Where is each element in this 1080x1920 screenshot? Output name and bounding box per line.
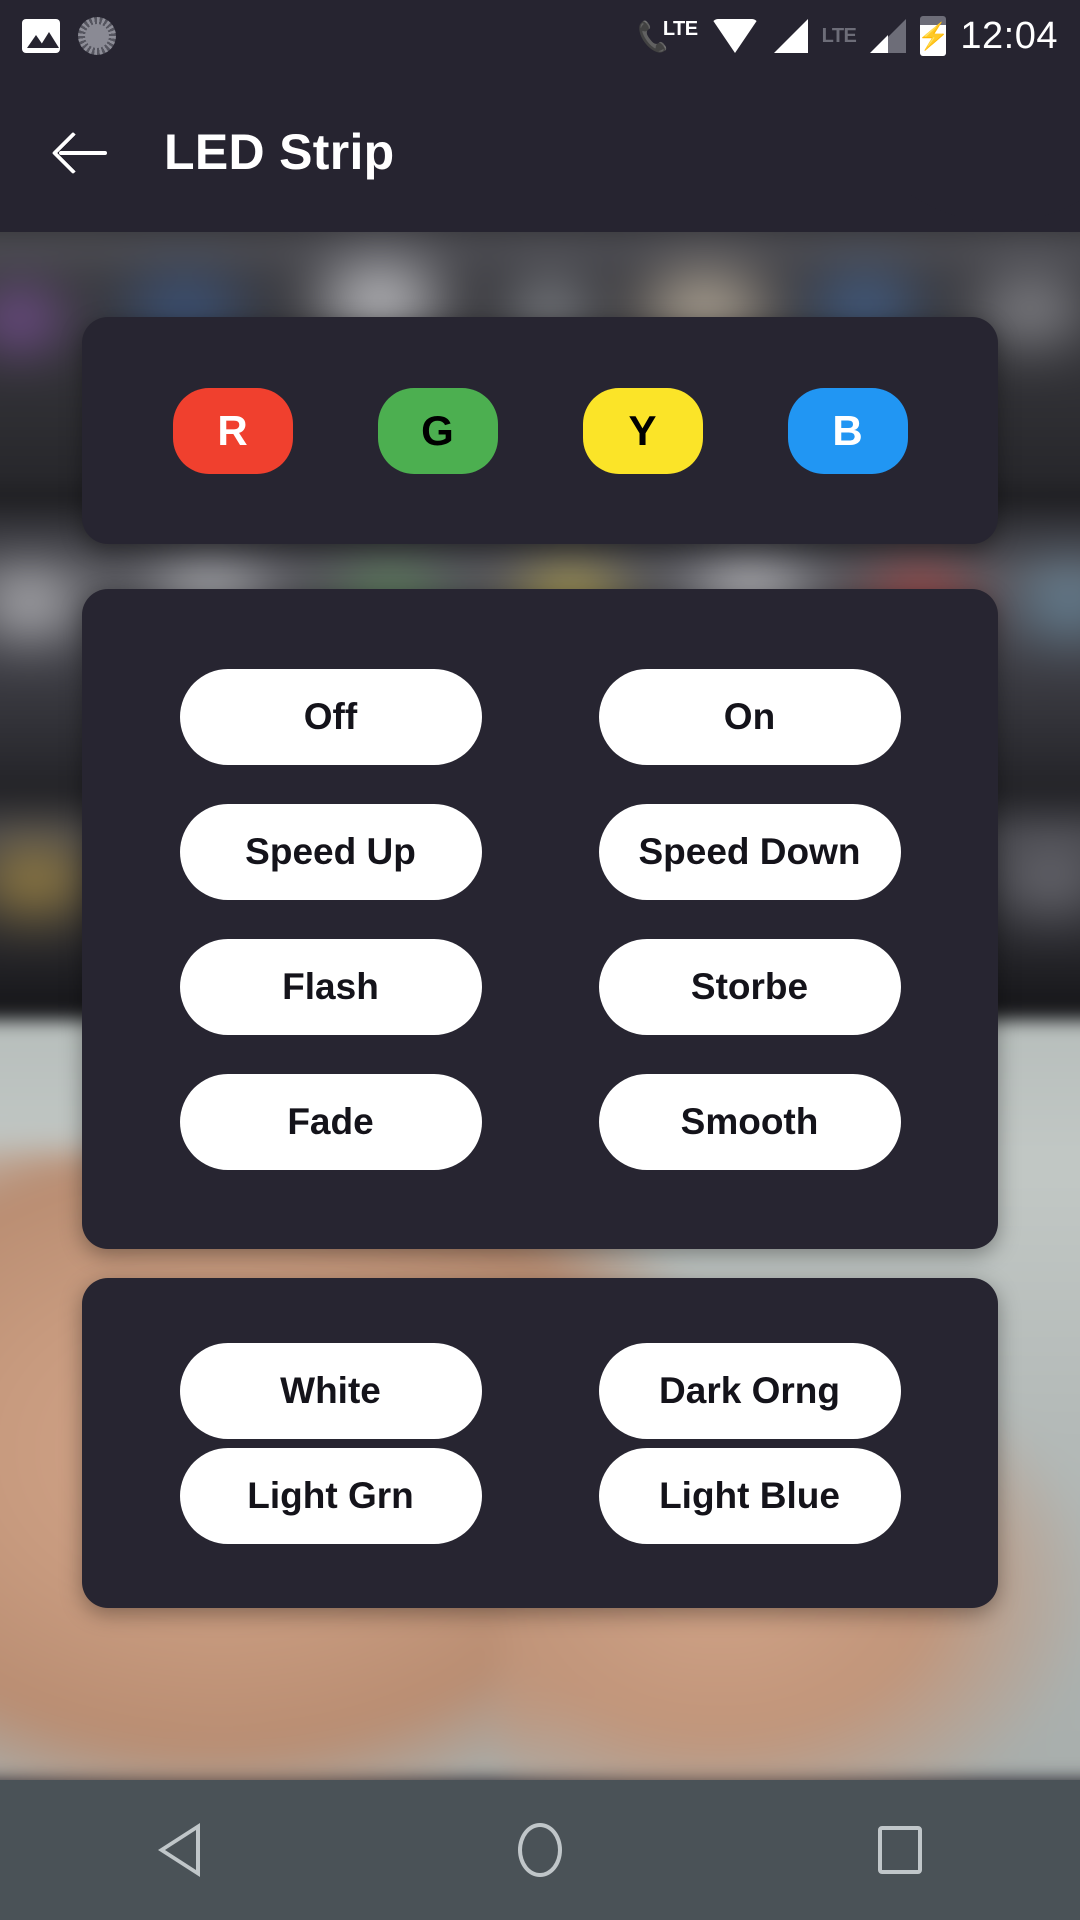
app-bar: LED Strip xyxy=(0,72,1080,232)
recents-square-icon xyxy=(878,1826,922,1874)
phone-screen: 📞 LTE LTE ⚡ 12:04 LED Strip R G Y B Off … xyxy=(0,0,1080,1920)
nav-recents-button[interactable] xyxy=(840,1790,960,1910)
home-circle-icon xyxy=(518,1823,562,1877)
color-button-red[interactable]: R xyxy=(172,387,293,474)
lte-label: LTE xyxy=(821,24,857,47)
preset-button-dark-orange[interactable]: Dark Orng xyxy=(598,1342,901,1439)
status-bar-right-icons: 📞 LTE LTE ⚡ 12:04 xyxy=(633,14,1058,58)
volte-icon: 📞 LTE xyxy=(633,18,698,55)
mode-button-fade[interactable]: Fade xyxy=(179,1073,482,1170)
mode-button-on[interactable]: On xyxy=(598,668,901,765)
color-shortcuts-panel: R G Y B xyxy=(82,317,998,544)
content-area: R G Y B Off On Speed Up Speed Down Flash… xyxy=(0,232,1080,1920)
color-button-yellow[interactable]: Y xyxy=(582,387,703,474)
mode-button-flash[interactable]: Flash xyxy=(179,938,482,1035)
color-button-blue[interactable]: B xyxy=(787,387,908,474)
nav-back-button[interactable] xyxy=(120,1790,240,1910)
mode-button-storbe[interactable]: Storbe xyxy=(598,938,901,1035)
wifi-icon xyxy=(711,19,758,53)
image-icon xyxy=(22,19,60,53)
mode-controls-panel: Off On Speed Up Speed Down Flash Storbe … xyxy=(82,589,998,1249)
status-bar-left-icons xyxy=(22,17,116,55)
mode-button-speed-up[interactable]: Speed Up xyxy=(179,803,482,900)
signal-sim2-icon xyxy=(870,19,907,53)
status-bar: 📞 LTE LTE ⚡ 12:04 xyxy=(0,0,1080,72)
back-triangle-icon xyxy=(158,1823,201,1877)
mode-button-smooth[interactable]: Smooth xyxy=(598,1073,901,1170)
nav-home-button[interactable] xyxy=(480,1790,600,1910)
preset-button-light-blue[interactable]: Light Blue xyxy=(598,1447,901,1544)
preset-button-light-green[interactable]: Light Grn xyxy=(179,1447,482,1544)
battery-charging-icon: ⚡ xyxy=(920,16,947,56)
color-button-green[interactable]: G xyxy=(377,387,498,474)
sync-spinner-icon xyxy=(78,17,116,55)
page-title: LED Strip xyxy=(164,124,395,180)
preset-button-white[interactable]: White xyxy=(179,1342,482,1439)
clock: 12:04 xyxy=(960,14,1058,57)
system-navigation-bar xyxy=(0,1780,1080,1920)
back-arrow-icon[interactable] xyxy=(56,125,110,179)
mode-button-off[interactable]: Off xyxy=(179,668,482,765)
volte-label: LTE xyxy=(662,18,698,40)
mode-button-speed-down[interactable]: Speed Down xyxy=(598,803,901,900)
color-presets-panel: White Dark Orng Light Grn Light Blue xyxy=(82,1278,998,1608)
signal-sim1-icon xyxy=(772,19,808,53)
